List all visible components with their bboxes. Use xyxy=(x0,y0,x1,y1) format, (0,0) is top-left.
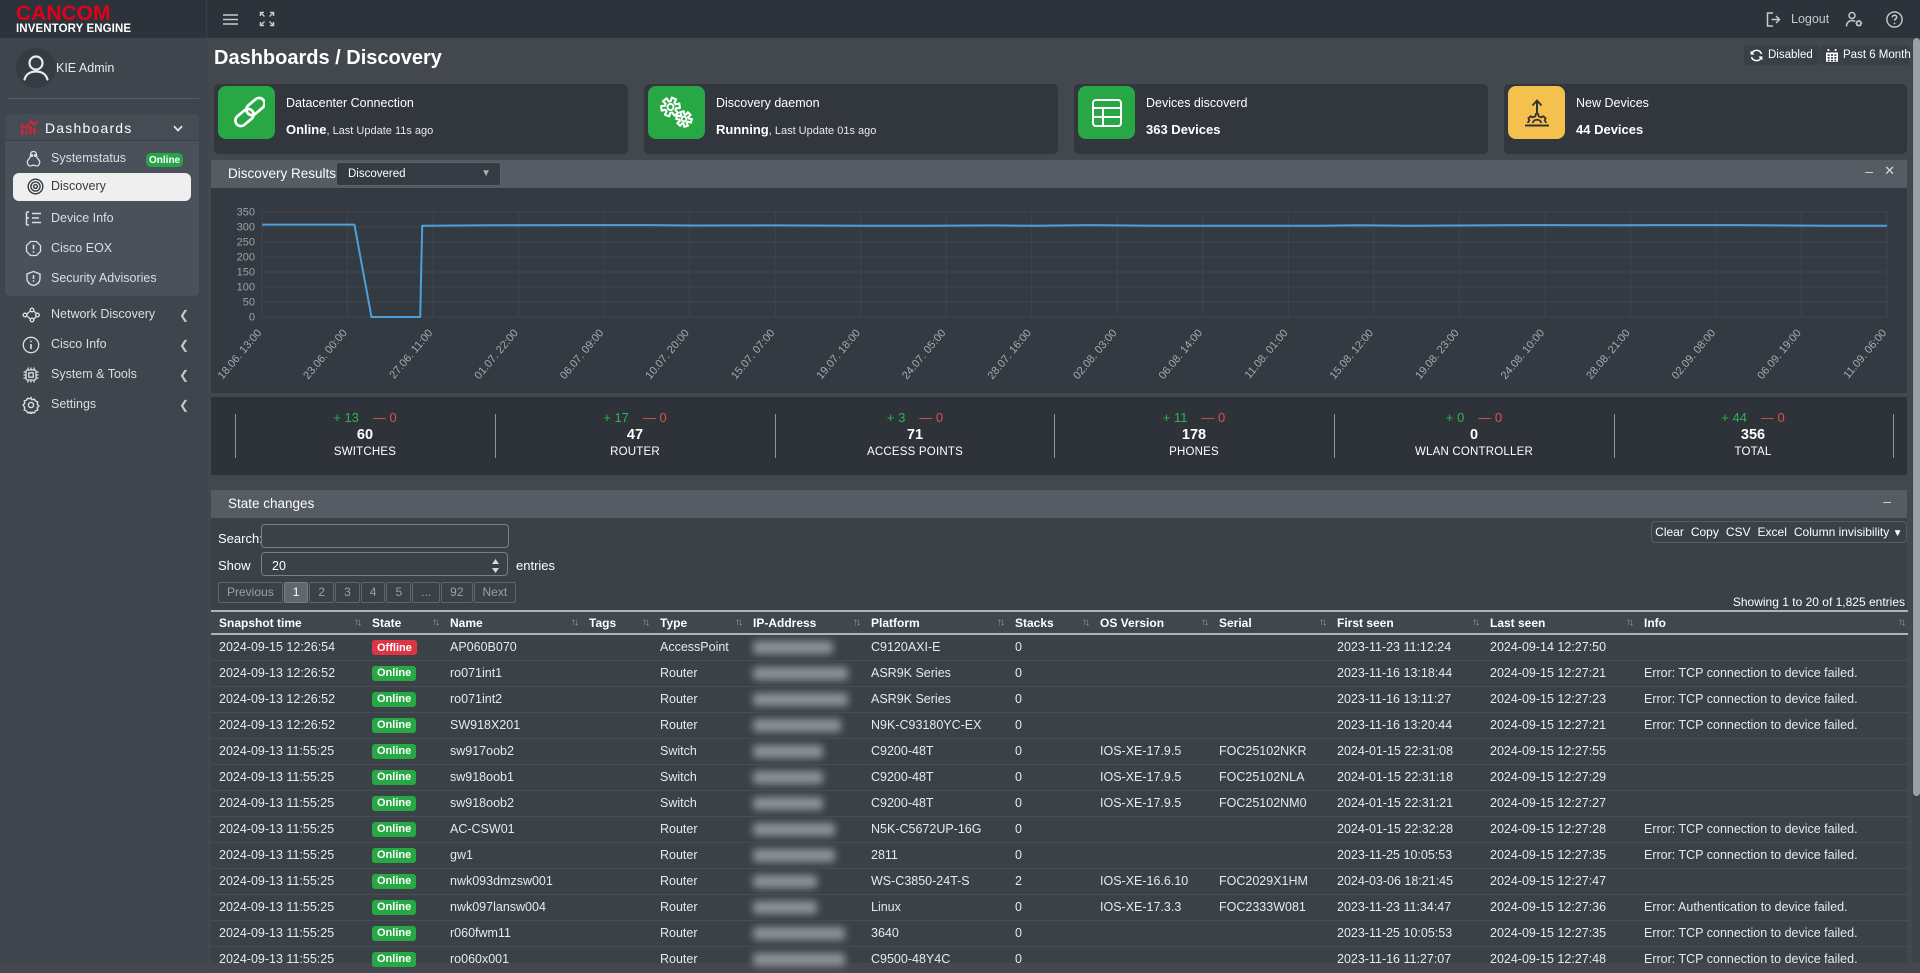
svg-text:02.08. 03:00: 02.08. 03:00 xyxy=(1071,327,1120,382)
svg-text:15.07. 07:00: 15.07. 07:00 xyxy=(729,327,778,382)
svg-text:23.06. 00:00: 23.06. 00:00 xyxy=(301,327,350,382)
svg-text:27.06. 11:00: 27.06. 11:00 xyxy=(387,327,435,381)
svg-text:02.09. 08:00: 02.09. 08:00 xyxy=(1670,327,1719,382)
svg-text:06.09. 19:00: 06.09. 19:00 xyxy=(1755,327,1804,382)
svg-text:200: 200 xyxy=(237,252,255,264)
svg-text:19.08. 23:00: 19.08. 23:00 xyxy=(1413,327,1462,382)
svg-text:24.07. 05:00: 24.07. 05:00 xyxy=(900,327,949,382)
svg-text:28.07. 16:00: 28.07. 16:00 xyxy=(985,327,1034,382)
svg-text:06.08. 14:00: 06.08. 14:00 xyxy=(1157,327,1206,382)
svg-text:50: 50 xyxy=(243,297,255,309)
svg-text:11.08. 01:00: 11.08. 01:00 xyxy=(1243,327,1291,381)
svg-text:250: 250 xyxy=(237,237,255,249)
svg-text:06.07. 09:00: 06.07. 09:00 xyxy=(558,327,607,382)
svg-text:15.08. 12:00: 15.08. 12:00 xyxy=(1328,327,1377,382)
svg-text:10.07. 20:00: 10.07. 20:00 xyxy=(643,327,692,382)
svg-text:350: 350 xyxy=(237,207,255,219)
svg-text:11.09. 06:00: 11.09. 06:00 xyxy=(1841,327,1889,381)
svg-text:28.08. 21:00: 28.08. 21:00 xyxy=(1584,327,1633,382)
svg-text:19.07. 18:00: 19.07. 18:00 xyxy=(814,327,863,382)
svg-text:18.06. 13:00: 18.06. 13:00 xyxy=(216,327,265,382)
svg-text:24.08. 10:00: 24.08. 10:00 xyxy=(1499,327,1548,382)
svg-text:01.07. 22:00: 01.07. 22:00 xyxy=(472,327,521,382)
svg-text:100: 100 xyxy=(237,282,255,294)
svg-text:0: 0 xyxy=(249,312,255,324)
svg-text:300: 300 xyxy=(237,222,255,234)
svg-text:150: 150 xyxy=(237,267,255,279)
